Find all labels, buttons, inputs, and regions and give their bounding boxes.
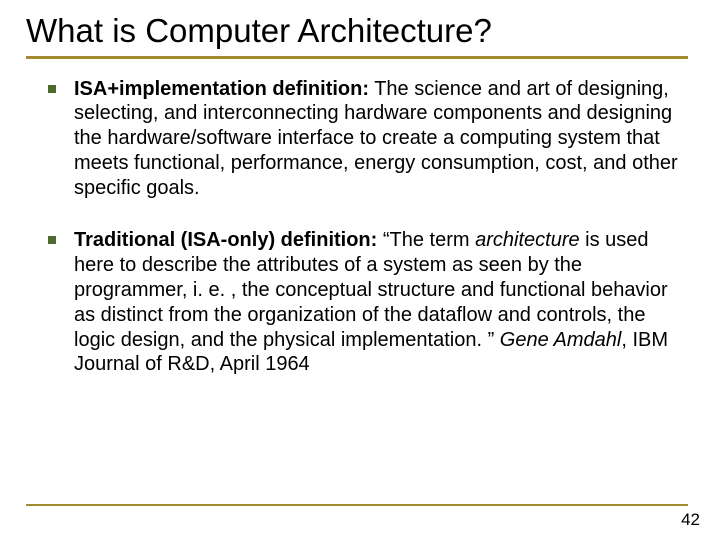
top-rule — [26, 56, 688, 59]
list-item: ISA+implementation definition: The scien… — [48, 77, 684, 201]
item-body: Traditional (ISA-only) definition: “The … — [74, 228, 684, 377]
item-lead: ISA+implementation definition: — [74, 78, 369, 100]
item-attribution: Gene Amdahl — [500, 329, 622, 351]
content: ISA+implementation definition: The scien… — [26, 77, 688, 378]
square-bullet-icon — [48, 236, 56, 244]
item-body: ISA+implementation definition: The scien… — [74, 77, 684, 201]
bottom-rule — [26, 504, 688, 506]
slide-title: What is Computer Architecture? — [26, 12, 688, 50]
slide: What is Computer Architecture? ISA+imple… — [0, 0, 720, 540]
item-lead: Traditional (ISA-only) definition: — [74, 229, 377, 251]
list-item: Traditional (ISA-only) definition: “The … — [48, 228, 684, 377]
square-bullet-icon — [48, 85, 56, 93]
item-pre: “The term — [377, 229, 475, 251]
item-italic-term: architecture — [475, 229, 580, 251]
page-number: 42 — [681, 510, 700, 530]
